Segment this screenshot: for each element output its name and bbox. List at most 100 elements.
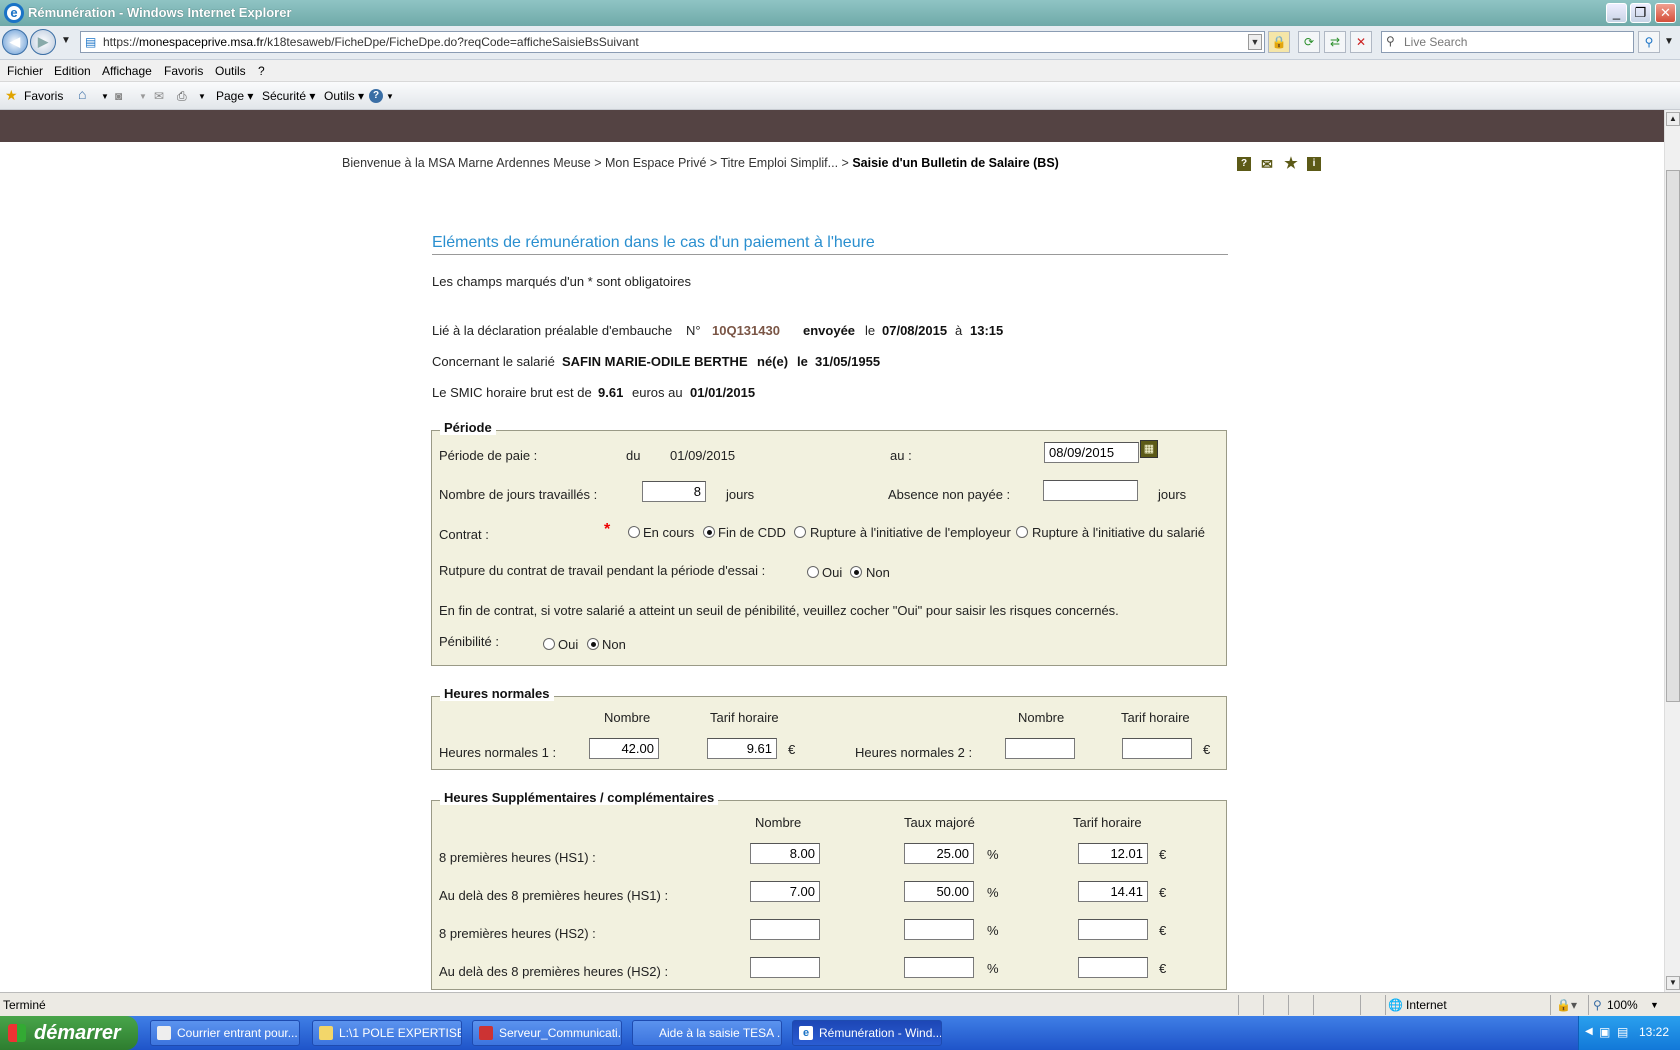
contract-rupture-salarie-radio[interactable] [1016, 526, 1028, 538]
contract-en-cours-radio[interactable] [628, 526, 640, 538]
print-dropdown-icon[interactable]: ▼ [198, 92, 206, 101]
declaration-sent-label: envoyée [803, 323, 856, 338]
penibility-non-radio[interactable] [587, 638, 599, 650]
home-icon[interactable]: ⌂ [78, 86, 86, 102]
window-title-bar: e Rémunération - Windows Internet Explor… [0, 0, 1680, 26]
status-divider [1238, 995, 1239, 1015]
security-menu[interactable]: Sécurité ▾ [262, 89, 315, 103]
extra-row-tarif-input[interactable]: 12.01 [1078, 843, 1148, 864]
extra-row-taux-input[interactable]: 50.00 [904, 881, 974, 902]
contract-rupture-employeur-radio[interactable] [794, 526, 806, 538]
pay-period-to-input[interactable]: 08/09/2015 [1044, 442, 1139, 463]
favorites-button[interactable]: Favoris [24, 89, 63, 103]
close-window-button[interactable]: ✕ [1655, 3, 1676, 23]
protected-mode-icon[interactable]: 🔒▾ [1556, 998, 1577, 1012]
help-icon[interactable]: ? [369, 89, 383, 103]
menu-outils[interactable]: Outils [215, 64, 246, 78]
contract-fin-cdd-radio[interactable] [703, 526, 715, 538]
extra-row-nombre-input[interactable] [750, 957, 820, 978]
normal-hours-1-nombre-input[interactable]: 42.00 [589, 738, 659, 759]
menu-affichage[interactable]: Affichage [102, 64, 152, 78]
search-input[interactable]: ⚲ Live Search [1381, 31, 1634, 53]
trial-non-radio[interactable] [850, 566, 862, 578]
menu-favoris[interactable]: Favoris [164, 64, 203, 78]
print-icon[interactable]: ⎙ [177, 89, 187, 104]
menu-fichier[interactable]: Fichier [7, 64, 43, 78]
window-title: Rémunération - Windows Internet Explorer [28, 5, 292, 20]
extra-row-tarif-input[interactable] [1078, 957, 1148, 978]
extra-row-pct: % [987, 961, 999, 976]
start-button[interactable]: démarrer [0, 1016, 138, 1050]
feeds-icon[interactable]: ◙ [115, 89, 122, 103]
taskbar-item-aide-tesa[interactable]: Aide à la saisie TESA ... [632, 1020, 782, 1046]
tray-app-icon[interactable]: ▣ [1599, 1025, 1610, 1039]
url-dropdown-icon[interactable]: ▼ [1248, 34, 1262, 50]
normal-hours-2-tarif-input[interactable] [1122, 738, 1192, 759]
breadcrumb-path[interactable]: Bienvenue à la MSA Marne Ardennes Meuse … [342, 156, 852, 170]
taskbar-item-pole-expertise[interactable]: L:\1 POLE EXPERTISE... [312, 1020, 462, 1046]
menu-edition[interactable]: Edition [54, 64, 91, 78]
feeds-dropdown-icon[interactable]: ▼ [139, 92, 147, 101]
extra-row-taux-input[interactable] [904, 919, 974, 940]
taskbar-item-remuneration[interactable]: e Rémunération - Wind... [792, 1020, 942, 1046]
extra-row-taux-input[interactable]: 25.00 [904, 843, 974, 864]
declaration-le: le [865, 323, 876, 338]
absence-input[interactable] [1043, 480, 1138, 501]
lock-icon[interactable]: 🔒 [1268, 31, 1290, 53]
restore-button[interactable]: ❐ [1630, 3, 1651, 23]
favorite-star-icon[interactable]: ★ [1284, 156, 1298, 171]
taskbar-item-label: Aide à la saisie TESA ... [659, 1026, 782, 1040]
scroll-up-icon[interactable]: ▲ [1666, 112, 1680, 126]
normal-hours-1-tarif-input[interactable]: 9.61 [707, 738, 777, 759]
status-divider [1313, 995, 1314, 1015]
url-field[interactable]: ▤ https://monespaceprive.msa.fr/k18tesaw… [80, 31, 1265, 53]
refresh-icon[interactable]: ⇄ [1324, 31, 1346, 53]
tools-menu[interactable]: Outils ▾ [324, 89, 364, 103]
extra-row-nombre-input[interactable]: 8.00 [750, 843, 820, 864]
zone-text: Internet [1406, 998, 1447, 1012]
zoom-level[interactable]: 100% [1607, 998, 1638, 1012]
home-dropdown-icon[interactable]: ▼ [101, 92, 109, 101]
scroll-down-icon[interactable]: ▼ [1666, 976, 1680, 990]
status-bar: Terminé 🌐 Internet 🔒▾ ⚲ 100% ▼ [0, 992, 1680, 1016]
url-path: /k18tesaweb/FicheDpe/FicheDpe.do?reqCode… [263, 35, 639, 49]
extra-row-nombre-input[interactable] [750, 919, 820, 940]
extra-row-tarif-input[interactable] [1078, 919, 1148, 940]
calendar-icon[interactable]: ▦ [1140, 440, 1158, 458]
taskbar-item-serveur[interactable]: Serveur_Communicati... [472, 1020, 622, 1046]
stop-icon[interactable]: ✕ [1350, 31, 1372, 53]
declaration-label: Lié à la déclaration préalable d'embauch… [432, 323, 673, 338]
trial-oui-radio[interactable] [807, 566, 819, 578]
extra-row-taux-input[interactable] [904, 957, 974, 978]
ie-logo-icon: e [4, 3, 24, 23]
clock[interactable]: 13:22 [1639, 1025, 1669, 1039]
extra-row-tarif-input[interactable]: 14.41 [1078, 881, 1148, 902]
tray-expand-icon[interactable]: ◀ [1585, 1026, 1593, 1037]
tray-network-icon[interactable]: ▤ [1617, 1025, 1628, 1039]
penibility-oui-radio[interactable] [543, 638, 555, 650]
page-menu[interactable]: Page ▾ [216, 89, 253, 103]
compatibility-icon[interactable]: ⟳ [1298, 31, 1320, 53]
forward-button[interactable]: ▶ [30, 29, 56, 55]
info-icon[interactable]: i [1307, 157, 1321, 171]
normal-hours-2-nombre-input[interactable] [1005, 738, 1075, 759]
days-worked-input[interactable]: 8 [642, 481, 706, 502]
search-options-icon[interactable]: ▼ [1664, 36, 1674, 47]
extra-row-nombre-input[interactable]: 7.00 [750, 881, 820, 902]
menu-help[interactable]: ? [258, 64, 265, 78]
address-toolbar: ◀ ▶ ▼ ▤ https://monespaceprive.msa.fr/k1… [0, 26, 1680, 60]
status-divider [1263, 995, 1264, 1015]
minimize-button[interactable]: _ [1606, 3, 1627, 23]
vertical-scrollbar[interactable]: ▲ ▼ [1664, 110, 1680, 992]
email-icon[interactable]: ✉ [1260, 157, 1274, 171]
scroll-thumb[interactable] [1666, 170, 1680, 702]
help-dropdown-icon[interactable]: ▼ [386, 92, 394, 101]
zoom-dropdown-icon[interactable]: ▼ [1650, 1000, 1659, 1010]
taskbar-item-courrier[interactable]: Courrier entrant pour... [150, 1020, 300, 1046]
search-go-icon[interactable]: ⚲ [1638, 31, 1660, 53]
back-button[interactable]: ◀ [2, 29, 28, 55]
mail-icon[interactable]: ✉ [154, 89, 164, 103]
normal-col-nombre-1: Nombre [604, 710, 651, 725]
help-page-icon[interactable]: ? [1237, 157, 1251, 171]
history-dropdown-icon[interactable]: ▼ [61, 35, 71, 46]
